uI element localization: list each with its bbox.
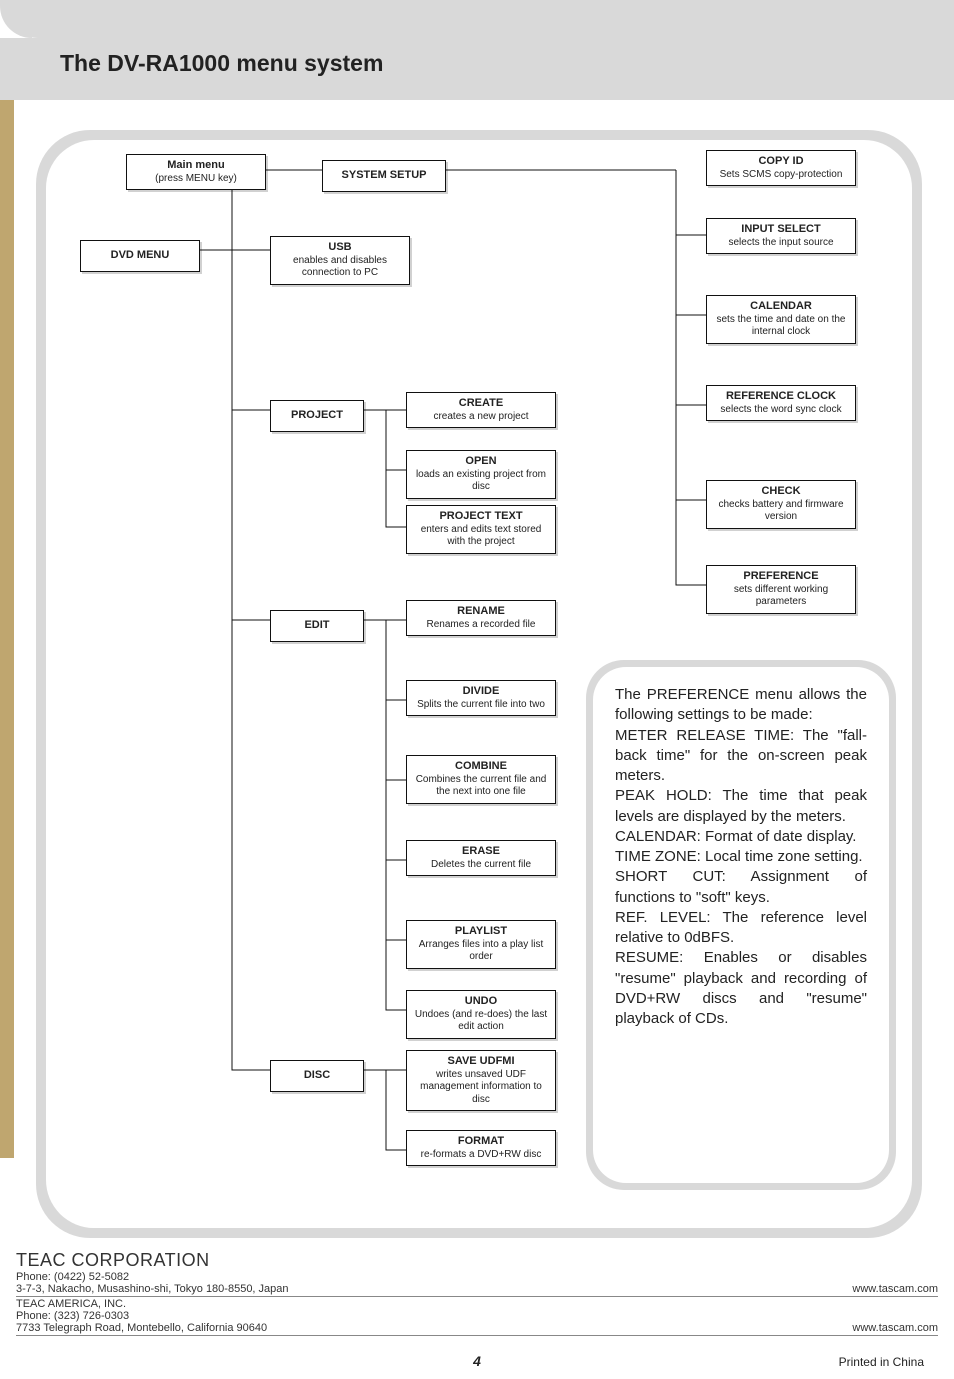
node-combine: COMBINE Combines the current file and th… bbox=[406, 755, 556, 804]
node-sub: re-formats a DVD+RW disc bbox=[413, 1149, 549, 1162]
preference-info-box: The PREFERENCE menu allows the following… bbox=[586, 660, 896, 1190]
info-p5: TIME ZONE: Local time zone setting. bbox=[615, 847, 867, 867]
node-title: PROJECT bbox=[275, 409, 359, 423]
node-title: ERASE bbox=[413, 845, 549, 859]
node-title: RENAME bbox=[413, 605, 549, 619]
footer-company: TEAC CORPORATION bbox=[16, 1250, 289, 1271]
node-main-menu: Main menu (press MENU key) bbox=[126, 154, 266, 190]
node-sub: Renames a recorded file bbox=[413, 619, 549, 632]
info-p8: RESUME: Enables or disables "resume" pla… bbox=[615, 948, 867, 1029]
page: The DV-RA1000 menu system bbox=[0, 0, 954, 1379]
node-sub: Sets SCMS copy-protection bbox=[713, 169, 849, 182]
node-rename: RENAME Renames a recorded file bbox=[406, 600, 556, 636]
node-title: DVD MENU bbox=[85, 249, 195, 263]
top-bar bbox=[0, 0, 954, 38]
node-usb: USB enables and disables connection to P… bbox=[270, 236, 410, 285]
footer-addr-1: 3-7-3, Nakacho, Musashino-shi, Tokyo 180… bbox=[16, 1283, 289, 1295]
info-p4: CALENDAR: Format of date display. bbox=[615, 827, 867, 847]
node-check: CHECK checks battery and firmware versio… bbox=[706, 480, 856, 529]
footer-addr-2: 7733 Telegraph Road, Montebello, Califor… bbox=[16, 1322, 267, 1334]
diagram-area: Main menu (press MENU key) SYSTEM SETUP … bbox=[36, 130, 922, 1238]
node-title: CALENDAR bbox=[713, 300, 849, 314]
node-title: PLAYLIST bbox=[413, 925, 549, 939]
node-title: CREATE bbox=[413, 397, 549, 411]
node-calendar: CALENDAR sets the time and date on the i… bbox=[706, 295, 856, 344]
footer-divider-2 bbox=[16, 1335, 938, 1336]
info-p3: PEAK HOLD: The time that peak levels are… bbox=[615, 786, 867, 827]
printed-in: Printed in China bbox=[839, 1355, 924, 1369]
node-sub: Deletes the current file bbox=[413, 859, 549, 872]
node-sub: enters and edits text stored with the pr… bbox=[413, 524, 549, 549]
node-title: COPY ID bbox=[713, 155, 849, 169]
preference-info-text: The PREFERENCE menu allows the following… bbox=[593, 667, 889, 1183]
node-title: DIVIDE bbox=[413, 685, 549, 699]
node-title: SYSTEM SETUP bbox=[327, 169, 441, 183]
node-sub: enables and disables connection to PC bbox=[277, 255, 403, 280]
footer-url-2: www.tascam.com bbox=[852, 1322, 938, 1334]
node-sub: (press MENU key) bbox=[133, 173, 259, 186]
page-number: 4 bbox=[0, 1353, 954, 1369]
node-sub: Combines the current file and the next i… bbox=[413, 774, 549, 799]
node-title: UNDO bbox=[413, 995, 549, 1009]
info-p2: METER RELEASE TIME: The "fall-back time"… bbox=[615, 726, 867, 787]
diagram-frame: Main menu (press MENU key) SYSTEM SETUP … bbox=[36, 130, 922, 1238]
info-p7: REF. LEVEL: The reference level relative… bbox=[615, 908, 867, 949]
footer-phone-1: Phone: (0422) 52-5082 bbox=[16, 1271, 289, 1283]
footer-divider-1 bbox=[16, 1296, 938, 1297]
node-input-select: INPUT SELECT selects the input source bbox=[706, 218, 856, 254]
node-copy-id: COPY ID Sets SCMS copy-protection bbox=[706, 150, 856, 186]
left-stripe bbox=[0, 38, 14, 1158]
node-sub: sets the time and date on the internal c… bbox=[713, 314, 849, 339]
node-title: USB bbox=[277, 241, 403, 255]
node-title: FORMAT bbox=[413, 1135, 549, 1149]
node-title: DISC bbox=[275, 1069, 359, 1083]
node-title: COMBINE bbox=[413, 760, 549, 774]
node-sub: Undoes (and re-does) the last edit actio… bbox=[413, 1009, 549, 1034]
node-sub: Splits the current file into two bbox=[413, 699, 549, 712]
node-sub: selects the word sync clock bbox=[713, 404, 849, 417]
footer: TEAC CORPORATION Phone: (0422) 52-5082 3… bbox=[16, 1250, 938, 1337]
node-sub: creates a new project bbox=[413, 411, 549, 424]
footer-url-1: www.tascam.com bbox=[852, 1283, 938, 1295]
node-open: OPEN loads an existing project from disc bbox=[406, 450, 556, 499]
node-system-setup: SYSTEM SETUP bbox=[322, 160, 446, 192]
diagram-inner: Main menu (press MENU key) SYSTEM SETUP … bbox=[46, 140, 912, 1228]
page-title: The DV-RA1000 menu system bbox=[60, 50, 383, 77]
node-title: EDIT bbox=[275, 619, 359, 633]
node-divide: DIVIDE Splits the current file into two bbox=[406, 680, 556, 716]
info-p6: SHORT CUT: Assignment of functions to "s… bbox=[615, 867, 867, 908]
node-sub: checks battery and firmware version bbox=[713, 499, 849, 524]
node-title: PROJECT TEXT bbox=[413, 510, 549, 524]
node-project: PROJECT bbox=[270, 400, 364, 432]
node-sub: selects the input source bbox=[713, 237, 849, 250]
node-preference: PREFERENCE sets different working parame… bbox=[706, 565, 856, 614]
node-title: Main menu bbox=[133, 159, 259, 173]
node-sub: loads an existing project from disc bbox=[413, 469, 549, 494]
node-title: SAVE UDFMI bbox=[413, 1055, 549, 1069]
footer-phone-2: Phone: (323) 726-0303 bbox=[16, 1310, 267, 1322]
node-title: PREFERENCE bbox=[713, 570, 849, 584]
node-save-udfmi: SAVE UDFMI writes unsaved UDF management… bbox=[406, 1050, 556, 1111]
node-title: CHECK bbox=[713, 485, 849, 499]
node-sub: Arranges files into a play list order bbox=[413, 939, 549, 964]
node-edit: EDIT bbox=[270, 610, 364, 642]
node-format: FORMAT re-formats a DVD+RW disc bbox=[406, 1130, 556, 1166]
node-erase: ERASE Deletes the current file bbox=[406, 840, 556, 876]
node-undo: UNDO Undoes (and re-does) the last edit … bbox=[406, 990, 556, 1039]
node-playlist: PLAYLIST Arranges files into a play list… bbox=[406, 920, 556, 969]
node-title: OPEN bbox=[413, 455, 549, 469]
footer-sub-company: TEAC AMERICA, INC. bbox=[16, 1298, 267, 1310]
node-disc: DISC bbox=[270, 1060, 364, 1092]
node-create: CREATE creates a new project bbox=[406, 392, 556, 428]
node-sub: sets different working parameters bbox=[713, 584, 849, 609]
node-project-text: PROJECT TEXT enters and edits text store… bbox=[406, 505, 556, 554]
node-title: INPUT SELECT bbox=[713, 223, 849, 237]
info-p1: The PREFERENCE menu allows the following… bbox=[615, 685, 867, 726]
node-reference-clock: REFERENCE CLOCK selects the word sync cl… bbox=[706, 385, 856, 421]
node-title: REFERENCE CLOCK bbox=[713, 390, 849, 404]
node-sub: writes unsaved UDF management informatio… bbox=[413, 1069, 549, 1107]
node-dvd-menu: DVD MENU bbox=[80, 240, 200, 272]
